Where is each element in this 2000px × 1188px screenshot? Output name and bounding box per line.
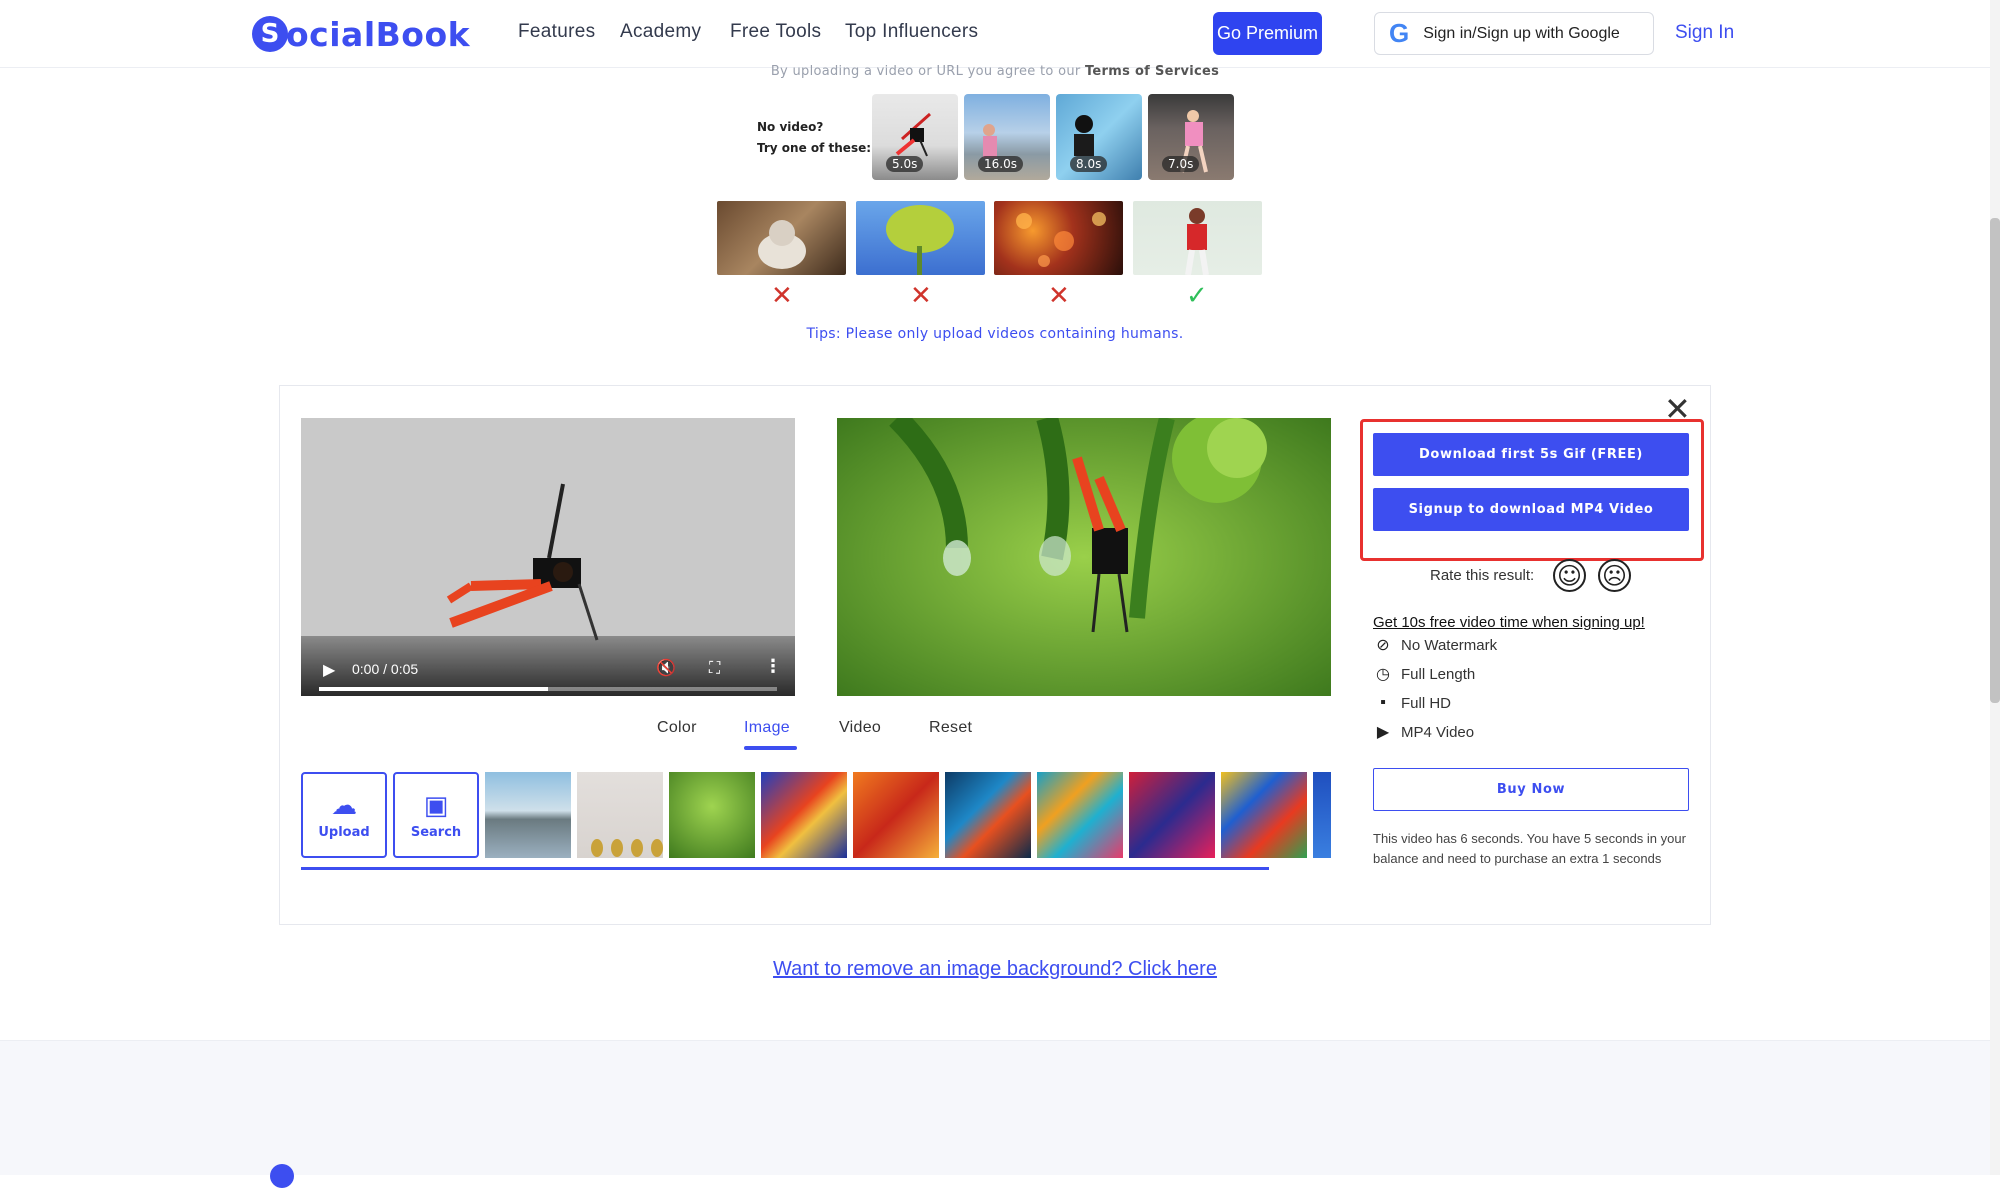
logo-wordmark: ocialBook <box>286 14 471 54</box>
example-accept-icon: ✓ <box>1186 281 1208 311</box>
background-thumb-partial[interactable] <box>1313 772 1331 858</box>
terms-link[interactable]: Terms of Services <box>1085 64 1219 79</box>
rate-result-label: Rate this result: <box>1430 567 1535 584</box>
example-reject-icon-2: ✕ <box>910 281 932 311</box>
tab-reset[interactable]: Reset <box>929 719 972 737</box>
background-thumb-pineapples[interactable] <box>577 772 663 858</box>
example-reject-icon-3: ✕ <box>1048 281 1070 311</box>
cloud-upload-icon: ☁ <box>331 790 357 821</box>
background-thumb-abstract-orange[interactable] <box>853 772 939 858</box>
example-flower-preview <box>886 205 954 275</box>
tab-image[interactable]: Image <box>744 719 790 737</box>
mute-icon[interactable]: 🔇 <box>656 658 676 677</box>
page-scrollbar-thumb[interactable] <box>1990 218 2000 703</box>
page-footer <box>0 1040 1990 1175</box>
example-person <box>1133 201 1262 275</box>
sample-prompt-line1: No video? <box>757 120 824 134</box>
sample-duration-1: 5.0s <box>886 156 924 172</box>
nav-top-influencers[interactable]: Top Influencers <box>845 21 978 43</box>
result-video-preview <box>837 418 1331 696</box>
example-bokeh-preview <box>1016 212 1106 267</box>
more-options-icon[interactable]: ⋮ <box>764 656 782 677</box>
play-icon[interactable]: ▶ <box>323 660 335 679</box>
video-file-icon: ▶ <box>1376 724 1390 741</box>
buy-now-button[interactable]: Buy Now <box>1373 768 1689 811</box>
background-thumb-abstract-red[interactable] <box>1129 772 1215 858</box>
go-premium-button[interactable]: Go Premium <box>1213 12 1322 55</box>
original-video-player[interactable]: ▶ 0:00 / 0:05 🔇 ⛶ ⋮ <box>301 418 795 696</box>
signup-promo-link[interactable]: Get 10s free video time when signing up! <box>1373 614 1645 631</box>
search-label: Search <box>410 824 462 840</box>
terms-prefix: By uploading a video or URL you agree to… <box>770 64 1081 79</box>
tab-color[interactable]: Color <box>657 719 697 737</box>
feature-label-full-hd: Full HD <box>1401 694 1452 712</box>
feature-full-length: ◷ Full Length <box>1373 664 1475 684</box>
happy-face-icon[interactable]: ☺ <box>1553 559 1586 592</box>
sample-duration-4: 7.0s <box>1162 156 1200 172</box>
search-background-button[interactable]: ▣ Search <box>393 772 479 858</box>
terms-notice: By uploading a video or URL you agree to… <box>0 64 1990 79</box>
no-watermark-icon: ⊘ <box>1376 637 1390 654</box>
tab-video[interactable]: Video <box>839 719 881 737</box>
example-cat-preview <box>758 220 806 269</box>
google-signin-button[interactable]: G Sign in/Sign up with Google <box>1374 12 1654 55</box>
feature-mp4-video: ▶ MP4 Video <box>1373 722 1474 742</box>
example-reject-icon-1: ✕ <box>771 281 793 311</box>
video-progress-bar[interactable] <box>319 687 777 691</box>
signup-mp4-button[interactable]: Signup to download MP4 Video <box>1373 488 1689 531</box>
sample-duration-3: 8.0s <box>1070 156 1108 172</box>
feature-label-full-length: Full Length <box>1401 665 1476 683</box>
active-tab-indicator <box>744 746 797 750</box>
example-bokeh <box>994 201 1123 275</box>
sample-prompt-line2: Try one of these: <box>757 141 872 155</box>
example-person-preview <box>1185 208 1209 275</box>
sample-duration-2: 16.0s <box>978 156 1023 172</box>
footer-logo <box>270 1164 294 1188</box>
nav-free-tools[interactable]: Free Tools <box>730 21 821 43</box>
google-signin-label: Sign in/Sign up with Google <box>1423 24 1620 42</box>
upload-background-button[interactable]: ☁ Upload <box>301 772 387 858</box>
image-icon: ▣ <box>423 790 449 821</box>
example-cat <box>717 201 846 275</box>
example-flower <box>856 201 985 275</box>
feature-label-no-watermark: No Watermark <box>1401 636 1498 654</box>
sad-face-icon[interactable]: ☹ <box>1598 559 1631 592</box>
pineapples-preview <box>591 839 663 857</box>
sign-in-link[interactable]: Sign In <box>1675 22 1734 44</box>
feature-label-mp4-video: MP4 Video <box>1401 723 1475 741</box>
download-gif-button[interactable]: Download first 5s Gif (FREE) <box>1373 433 1689 476</box>
remove-image-background-link[interactable]: Want to remove an image background? Clic… <box>0 958 1990 981</box>
thumbnail-scrollbar[interactable] <box>301 867 1269 870</box>
video-time: 0:00 / 0:05 <box>352 661 419 677</box>
site-header: S ocialBook Features Academy Free Tools … <box>0 0 1990 68</box>
background-thumb-abstract-rainbow[interactable] <box>1221 772 1307 858</box>
socialbook-logo[interactable]: S ocialBook <box>252 14 470 54</box>
clock-icon: ◷ <box>1376 666 1390 683</box>
sample-video-3[interactable]: 8.0s <box>1056 94 1142 180</box>
sample-prompt: No video? Try one of these: <box>757 117 871 159</box>
video-progress-fill <box>319 687 548 691</box>
video-controls: ▶ 0:00 / 0:05 🔇 ⛶ ⋮ <box>301 636 795 696</box>
background-thumb-abstract-blue[interactable] <box>761 772 847 858</box>
background-thumb-green-plant[interactable] <box>669 772 755 858</box>
feature-full-hd: ▪ Full HD <box>1373 693 1451 713</box>
nav-features[interactable]: Features <box>518 21 595 43</box>
result-video-frame <box>837 418 1331 696</box>
hd-icon: ▪ <box>1380 694 1386 711</box>
background-thumb-city[interactable] <box>485 772 571 858</box>
feature-no-watermark: ⊘ No Watermark <box>1373 635 1497 655</box>
fullscreen-icon[interactable]: ⛶ <box>709 658 720 678</box>
google-icon: G <box>1389 18 1410 48</box>
sample-video-4[interactable]: 7.0s <box>1148 94 1234 180</box>
sample-video-2[interactable]: 16.0s <box>964 94 1050 180</box>
upload-tips: Tips: Please only upload videos containi… <box>806 326 1184 342</box>
sample-video-1[interactable]: 5.0s <box>872 94 958 180</box>
upload-label: Upload <box>318 824 370 840</box>
logo-mark: S <box>252 16 288 52</box>
nav-academy[interactable]: Academy <box>620 21 701 43</box>
background-thumb-abstract-teal[interactable] <box>945 772 1031 858</box>
balance-info: This video has 6 seconds. You have 5 sec… <box>1373 831 1686 866</box>
background-thumb-abstract-cyan[interactable] <box>1037 772 1123 858</box>
